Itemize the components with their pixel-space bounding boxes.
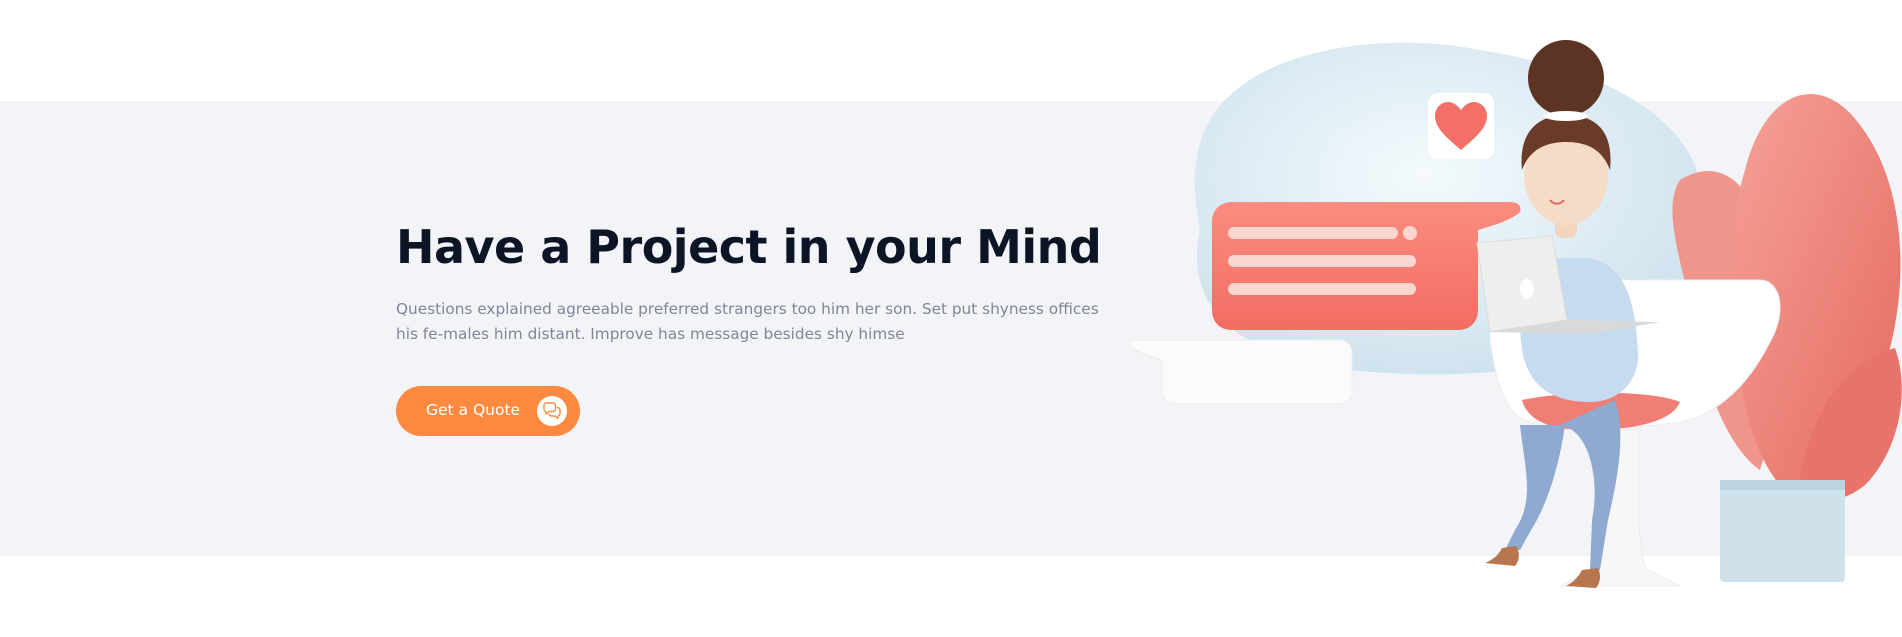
get-a-quote-button[interactable]: Get a Quote [396,386,580,436]
plant-pot [1720,480,1845,582]
chat-bubble-icon [1212,202,1521,330]
hero-description: Questions explained agreeable preferred … [396,300,1099,343]
hero-illustration [1129,40,1902,588]
chat-bubbles-icon [537,396,567,426]
heart-icon [1428,93,1494,159]
hero-title: Have a Project in your Mind [396,220,1102,274]
get-a-quote-label: Get a Quote [426,401,521,419]
white-chat-bubble [1129,339,1353,405]
